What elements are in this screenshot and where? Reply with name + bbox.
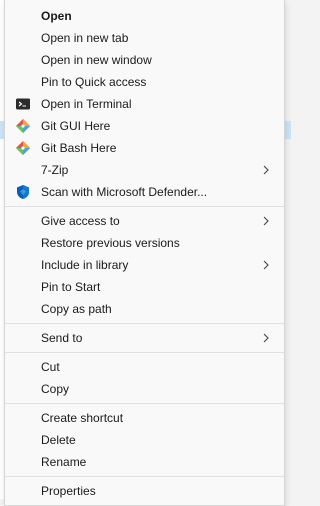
menu-item-open-in-new-window[interactable]: Open in new window — [5, 49, 284, 71]
git-bash-icon — [15, 140, 31, 156]
background-selected-row-right — [285, 121, 291, 139]
git-gui-icon — [15, 118, 31, 134]
menu-item-label: Open in Terminal — [41, 97, 132, 111]
menu-item-rename[interactable]: Rename — [5, 451, 284, 473]
menu-item-open-in-terminal[interactable]: Open in Terminal — [5, 93, 284, 115]
terminal-icon — [15, 96, 31, 112]
menu-item-open-in-new-tab[interactable]: Open in new tab — [5, 27, 284, 49]
menu-item-7-zip[interactable]: 7-Zip — [5, 159, 284, 181]
menu-item-open[interactable]: Open — [5, 5, 284, 27]
menu-item-label: Restore previous versions — [41, 236, 180, 250]
menu-item-include-in-library[interactable]: Include in library — [5, 254, 284, 276]
menu-item-git-gui-here[interactable]: Git GUI Here — [5, 115, 284, 137]
menu-item-label: Copy as path — [41, 302, 112, 316]
menu-item-pin-to-quick-access[interactable]: Pin to Quick access — [5, 71, 284, 93]
chevron-right-icon — [262, 258, 270, 272]
menu-item-label: Give access to — [41, 214, 120, 228]
menu-item-scan-with-defender[interactable]: Scan with Microsoft Defender... — [5, 181, 284, 203]
menu-item-pin-to-start[interactable]: Pin to Start — [5, 276, 284, 298]
menu-item-label: Send to — [41, 331, 83, 345]
menu-item-label: Git GUI Here — [41, 119, 111, 133]
menu-item-label: Include in library — [41, 258, 129, 272]
menu-item-label: Properties — [41, 484, 96, 498]
menu-separator — [5, 323, 284, 324]
menu-item-give-access-to[interactable]: Give access to — [5, 210, 284, 232]
menu-item-label: Open in new tab — [41, 31, 129, 45]
menu-item-label: 7-Zip — [41, 163, 69, 177]
menu-item-label: Copy — [41, 382, 70, 396]
chevron-right-icon — [262, 331, 270, 345]
chevron-right-icon — [262, 163, 270, 177]
menu-separator — [5, 403, 284, 404]
menu-item-label: Delete — [41, 433, 76, 447]
menu-separator — [5, 206, 284, 207]
menu-separator — [5, 352, 284, 353]
chevron-right-icon — [262, 214, 270, 228]
menu-item-restore-previous-versions[interactable]: Restore previous versions — [5, 232, 284, 254]
menu-item-label: Pin to Start — [41, 280, 101, 294]
menu-item-label: Open in new window — [41, 53, 152, 67]
menu-item-copy-as-path[interactable]: Copy as path — [5, 298, 284, 320]
menu-item-git-bash-here[interactable]: Git Bash Here — [5, 137, 284, 159]
menu-item-send-to[interactable]: Send to — [5, 327, 284, 349]
menu-item-label: Cut — [41, 360, 60, 374]
menu-item-delete[interactable]: Delete — [5, 429, 284, 451]
menu-item-label: Create shortcut — [41, 411, 124, 425]
menu-item-create-shortcut[interactable]: Create shortcut — [5, 407, 284, 429]
menu-item-cut[interactable]: Cut — [5, 356, 284, 378]
menu-item-copy[interactable]: Copy — [5, 378, 284, 400]
menu-item-label: Scan with Microsoft Defender... — [41, 185, 208, 199]
menu-item-label: Open — [41, 9, 72, 23]
defender-shield-icon — [15, 184, 31, 200]
menu-item-label: Pin to Quick access — [41, 75, 147, 89]
menu-item-label: Rename — [41, 455, 87, 469]
menu-item-label: Git Bash Here — [41, 141, 117, 155]
context-menu: Open Open in new tab Open in new window … — [4, 0, 285, 506]
menu-separator — [5, 476, 284, 477]
